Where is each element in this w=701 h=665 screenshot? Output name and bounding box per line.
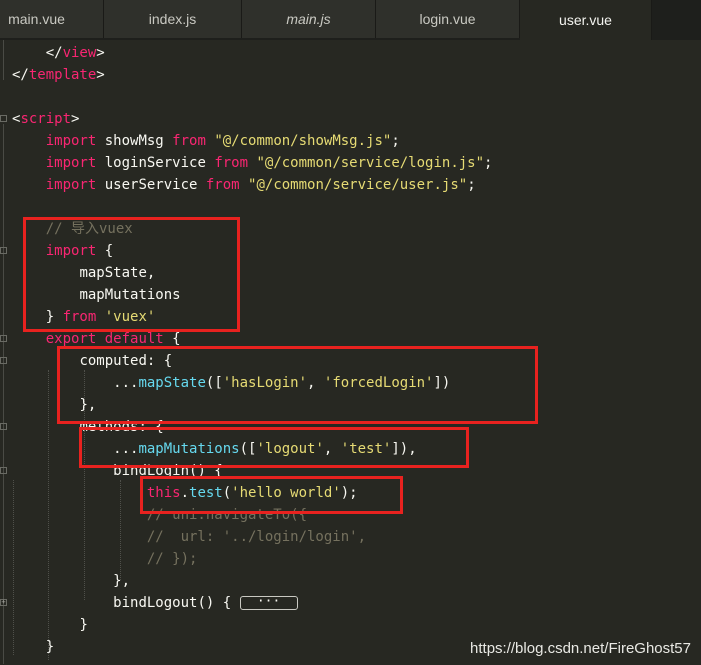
watermark: https://blog.csdn.net/FireGhost57 bbox=[470, 640, 691, 657]
code-line-5: import showMsg from "@/common/showMsg.js… bbox=[45, 133, 400, 149]
code-line-13: } from 'vuex' bbox=[45, 309, 156, 325]
fold-toggle-icon[interactable] bbox=[0, 357, 7, 364]
code-line-23: // url: '../login/login', bbox=[146, 529, 367, 545]
code-line-12: mapMutations bbox=[79, 287, 181, 303]
fold-toggle-icon[interactable] bbox=[0, 335, 7, 342]
code-line-10: import { bbox=[45, 243, 114, 259]
code-line-24: // }); bbox=[146, 551, 198, 567]
fold-toggle-icon[interactable] bbox=[0, 467, 7, 474]
fold-toggle-icon[interactable] bbox=[0, 423, 7, 430]
code-line-2: </template> bbox=[12, 67, 105, 83]
collapsed-code-button[interactable]: ··· bbox=[239, 595, 298, 610]
code-line-4: <script> bbox=[12, 111, 80, 127]
tab-main-vue[interactable]: main.vue bbox=[0, 0, 104, 38]
code-line-11: mapState, bbox=[79, 265, 156, 281]
code-line-9: // 导入vuex bbox=[45, 221, 133, 237]
tab-label: main.vue bbox=[8, 11, 65, 27]
tab-index-js[interactable]: index.js bbox=[104, 0, 242, 38]
code-line-18: methods: { bbox=[79, 419, 164, 435]
tab-label: main.js bbox=[286, 11, 331, 27]
code-line-26: bindLogout() { ··· bbox=[12, 592, 298, 614]
fold-expand-icon[interactable]: + bbox=[0, 599, 7, 606]
code-line-28: } bbox=[45, 639, 55, 655]
fold-gutter: + bbox=[0, 40, 10, 665]
code-line-16: ...mapState(['hasLogin', 'forcedLogin']) bbox=[113, 375, 451, 391]
tab-label: login.vue bbox=[419, 11, 476, 27]
code-line-1: </view> bbox=[45, 45, 105, 61]
tab-label: user.vue bbox=[559, 12, 612, 28]
code-line-21: this.test('hello world'); bbox=[146, 485, 358, 501]
fold-line bbox=[3, 124, 4, 664]
code-line-15: computed: { bbox=[79, 353, 173, 369]
code-line-7: import userService from "@/common/servic… bbox=[45, 177, 476, 193]
code-line-22: // uni.navigateTo({ bbox=[146, 507, 308, 523]
code-line-27: } bbox=[79, 617, 88, 633]
tab-login-vue[interactable]: login.vue bbox=[376, 0, 520, 38]
fold-toggle-icon[interactable] bbox=[0, 247, 7, 254]
tab-user-vue[interactable]: user.vue bbox=[520, 0, 652, 40]
code-line-25: }, bbox=[113, 573, 131, 589]
tab-main-js[interactable]: main.js bbox=[242, 0, 376, 38]
code-line-20: bindLogin() { bbox=[113, 463, 223, 479]
code-line-6: import loginService from "@/common/servi… bbox=[45, 155, 493, 171]
fold-line bbox=[3, 40, 4, 80]
code-line-14: export default { bbox=[45, 331, 181, 347]
code-editor[interactable]: + </view> </template> <script> import sh… bbox=[0, 40, 701, 665]
tab-label: index.js bbox=[148, 11, 197, 27]
tab-bar: main.vue index.js main.js login.vue user… bbox=[0, 0, 701, 40]
fold-toggle-icon[interactable] bbox=[0, 115, 7, 122]
code-line-19: ...mapMutations(['logout', 'test']), bbox=[113, 441, 417, 457]
code-line-17: }, bbox=[79, 397, 97, 413]
